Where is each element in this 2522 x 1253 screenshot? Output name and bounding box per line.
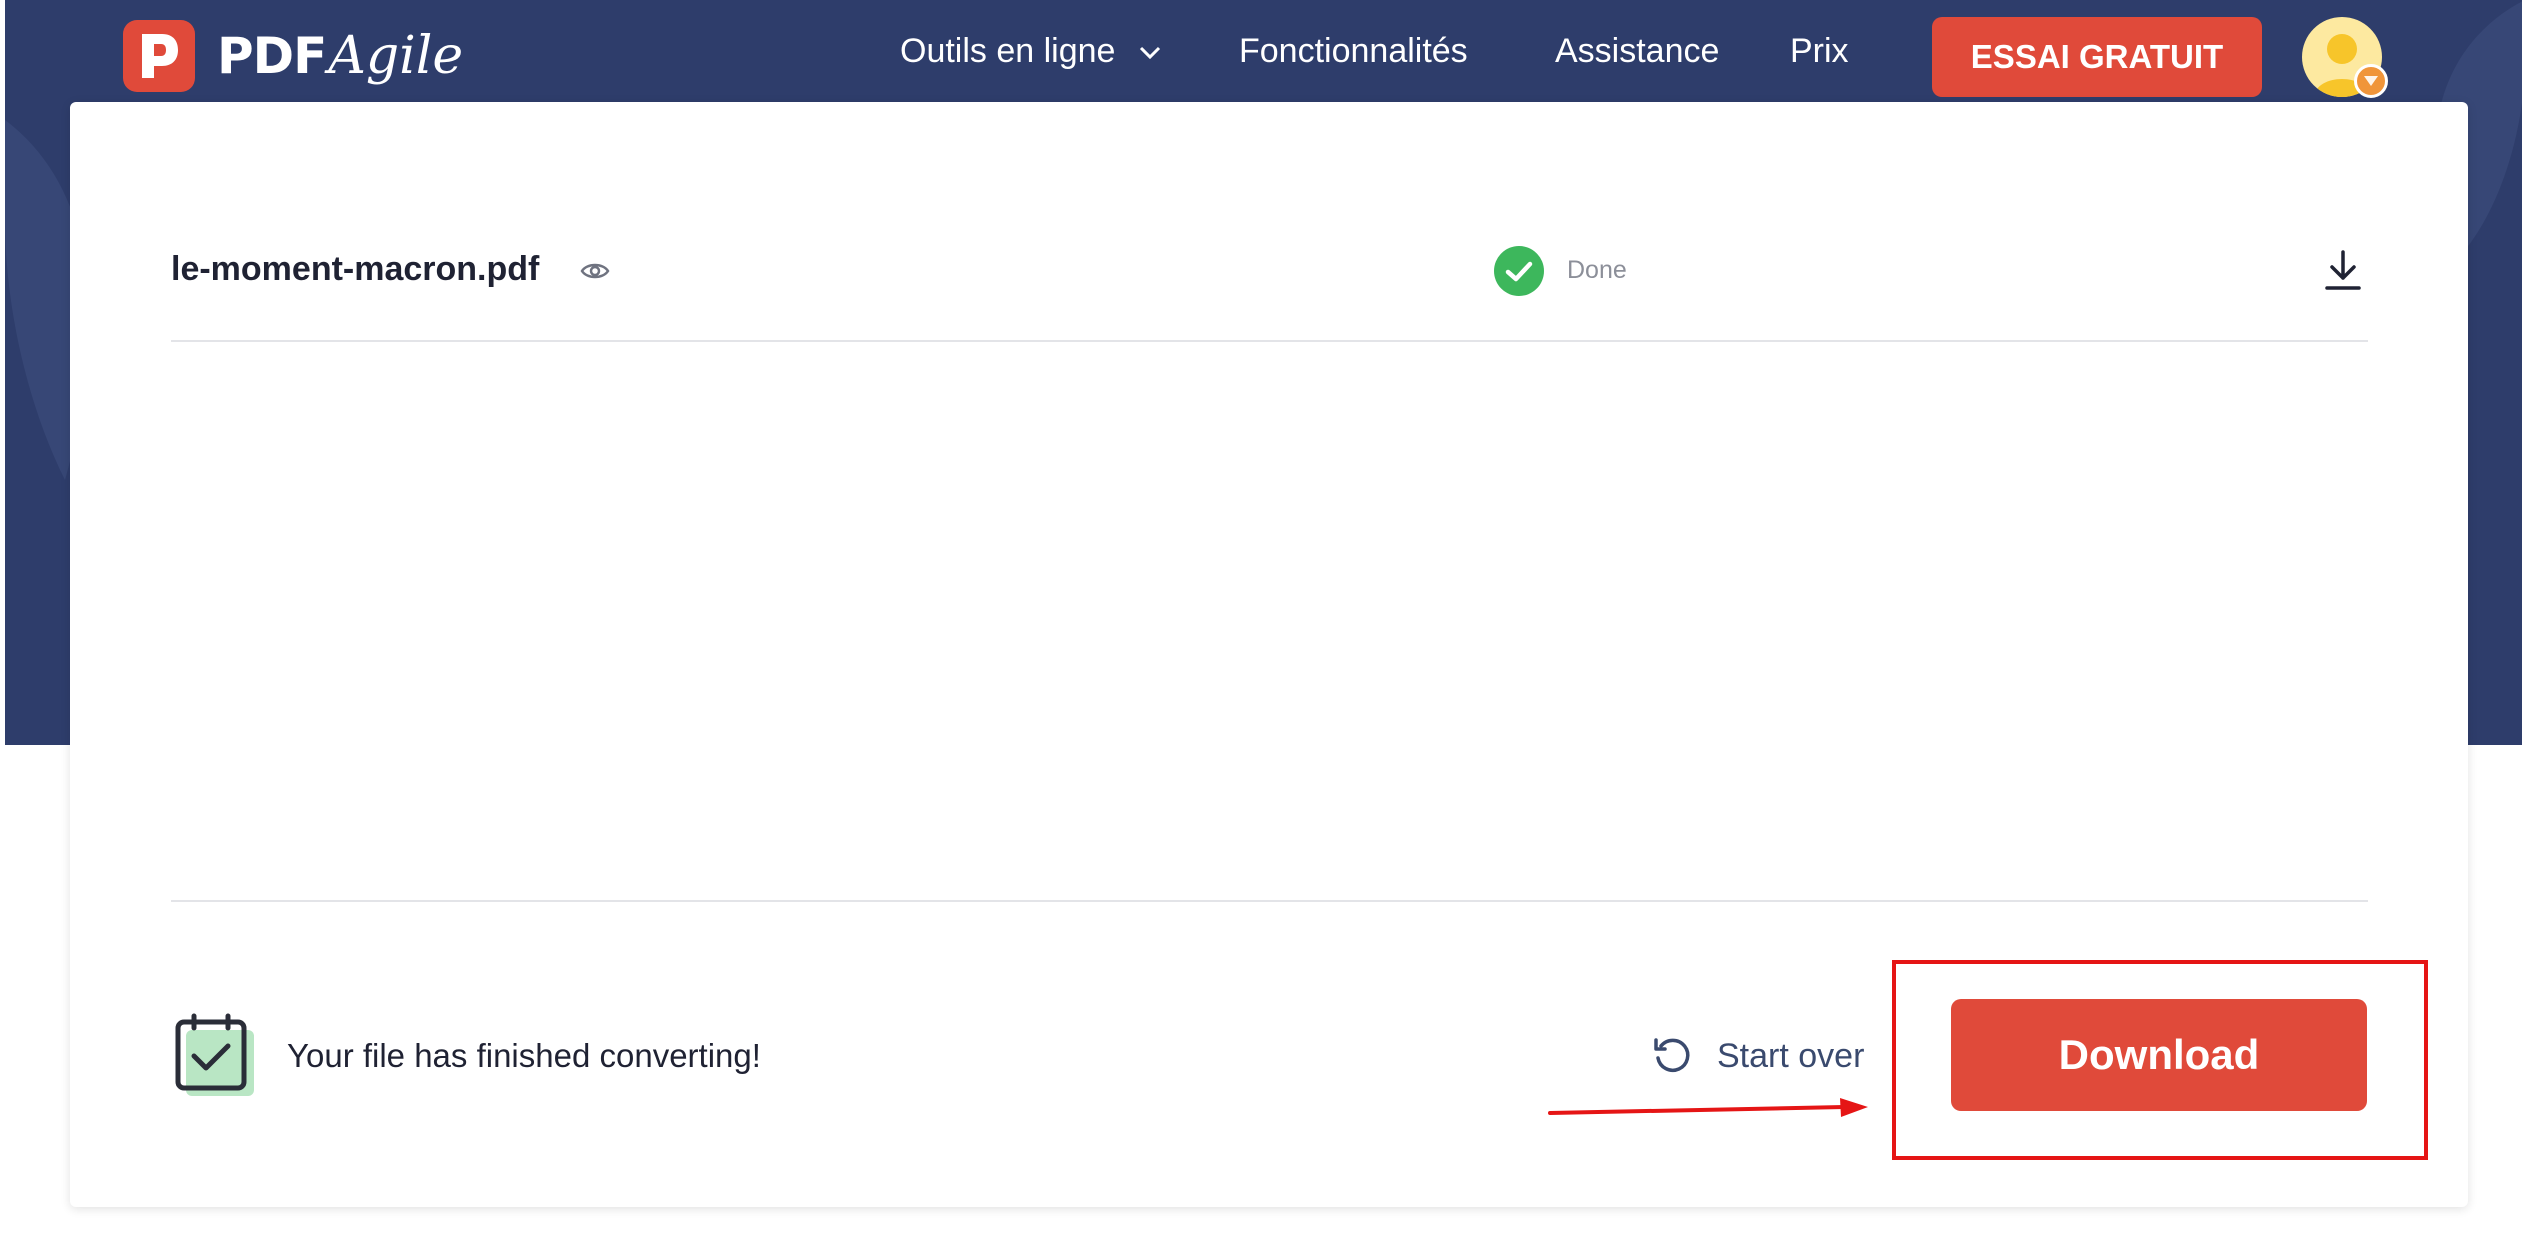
chevron-down-icon [1139,46,1160,60]
download-file-icon[interactable] [2324,250,2362,292]
free-trial-button[interactable]: ESSAI GRATUIT [1932,17,2262,97]
start-over-link[interactable]: Start over [1717,1037,1864,1076]
preview-eye-icon[interactable] [580,260,610,282]
logo-text: PDF [217,27,327,85]
nav-assistance[interactable]: Assistance [1555,32,1719,71]
annotation-arrow-icon [1548,1098,1868,1117]
nav-fonctionnalites[interactable]: Fonctionnalités [1239,32,1468,71]
restart-icon[interactable] [1652,1036,1692,1076]
file-name: le-moment-macron.pdf [171,250,540,288]
logo-script-text: Agile [328,26,464,86]
nav-outils-label: Outils en ligne [900,32,1116,70]
download-button[interactable]: Download [1951,999,2367,1111]
file-status-text: Done [1567,256,1627,284]
nav-prix[interactable]: Prix [1790,32,1849,71]
nav-outils-en-ligne[interactable]: Outils en ligne [900,32,1161,71]
calendar-check-icon [175,1013,254,1096]
premium-badge-icon [2354,64,2388,98]
pdf-agile-logo-icon [123,20,195,92]
pdf-agile-logo[interactable]: PDF Agile [123,20,463,92]
top-navigation-bar: PDF Agile Outils en ligne Fonctionnalité… [0,0,2522,102]
conversion-finished-message: Your file has finished converting! [287,1037,761,1074]
file-row-divider [171,340,2368,342]
footer-divider [171,900,2368,902]
done-check-icon [1494,246,1544,296]
